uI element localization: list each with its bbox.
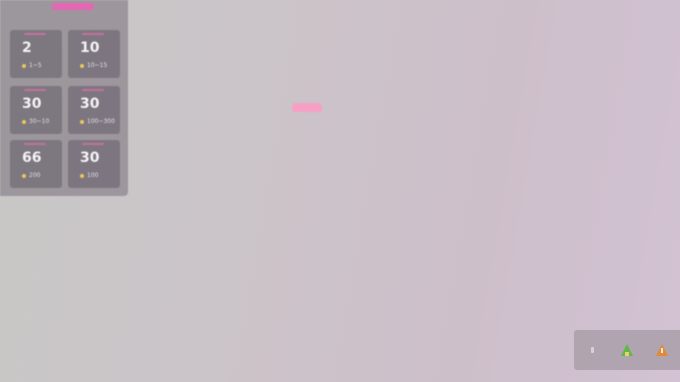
tile-subtext-label: 1~5 <box>29 62 42 69</box>
dot-icon <box>22 119 26 124</box>
center-toast <box>292 101 326 113</box>
tile-caption-bar <box>24 33 46 35</box>
tile-subtext-label: 200 <box>29 172 41 179</box>
stat-tile[interactable]: 66 200 <box>10 140 62 188</box>
tile-subtext: 10~15 <box>80 62 107 69</box>
stat-tile[interactable]: 10 10~15 <box>68 30 120 78</box>
tile-value: 10 <box>80 40 100 56</box>
tile-value: 30 <box>80 96 100 112</box>
tile-caption-bar <box>24 89 46 91</box>
triangle-up-button[interactable] <box>617 340 637 360</box>
tile-caption-bar <box>82 89 104 91</box>
dot-icon <box>80 173 84 178</box>
panel-title-badge <box>52 3 94 10</box>
tile-subtext: 1~5 <box>22 62 42 69</box>
dot-icon <box>22 63 26 68</box>
triangle-up-icon <box>621 344 633 356</box>
toast-brand-badge <box>292 102 322 112</box>
more-icon <box>590 347 594 353</box>
tile-subtext-label: 100~300 <box>87 118 115 125</box>
bottom-right-toolbar <box>574 330 680 370</box>
tile-value: 30 <box>22 96 42 112</box>
stat-tile[interactable]: 30 100 <box>68 140 120 188</box>
tile-subtext: 30~10 <box>22 118 49 125</box>
tile-caption-bar <box>82 33 104 35</box>
stat-tile[interactable]: 30 100~300 <box>68 86 120 134</box>
dot-icon <box>80 63 84 68</box>
tile-subtext-label: 10~15 <box>87 62 108 69</box>
stat-tile[interactable]: 30 30~10 <box>10 86 62 134</box>
tile-subtext: 100 <box>80 172 98 179</box>
tile-subtext: 200 <box>22 172 40 179</box>
tile-subtext-label: 100 <box>87 172 99 179</box>
tile-subtext-label: 30~10 <box>29 118 50 125</box>
stat-tile[interactable]: 2 1~5 <box>10 30 62 78</box>
dot-icon <box>80 119 84 124</box>
stats-panel: 2 1~5 10 10~15 30 30~10 30 100~300 66 20… <box>0 0 128 196</box>
more-button[interactable] <box>582 340 602 360</box>
dot-icon <box>22 173 26 178</box>
triangle-warning-icon <box>656 344 668 356</box>
tile-subtext: 100~300 <box>80 118 115 125</box>
triangle-warning-button[interactable] <box>652 340 672 360</box>
tile-caption-bar <box>82 143 104 145</box>
tile-value: 30 <box>80 150 100 166</box>
tile-value: 66 <box>22 150 42 166</box>
tile-caption-bar <box>24 143 46 145</box>
tile-value: 2 <box>22 40 32 56</box>
